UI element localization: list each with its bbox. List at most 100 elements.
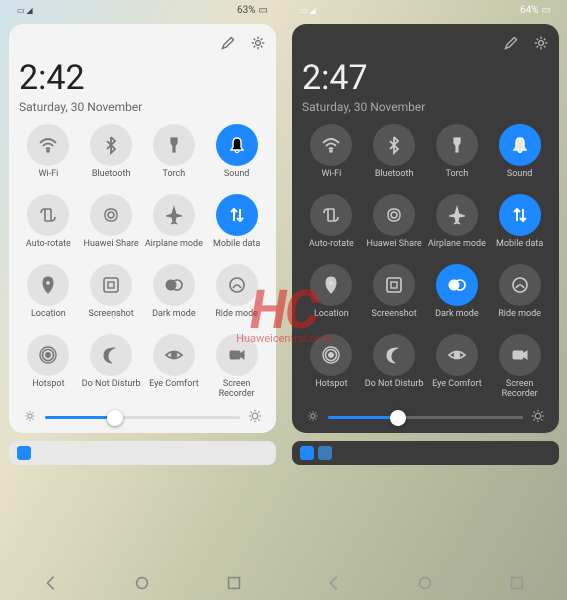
record-icon[interactable] (499, 334, 541, 376)
tile-torch[interactable]: Torch (145, 124, 204, 190)
tile-rotate[interactable]: Auto-rotate (302, 194, 361, 260)
settings-icon[interactable] (533, 35, 549, 55)
eye-icon[interactable] (436, 334, 478, 376)
tile-airplane[interactable]: Airplane mode (428, 194, 487, 260)
hotspot-icon[interactable] (27, 334, 69, 376)
tile-data[interactable]: Mobile data (490, 194, 549, 260)
notification-bar[interactable] (9, 441, 276, 465)
nav-back-button[interactable] (325, 574, 343, 592)
tile-ride[interactable]: Ride mode (207, 264, 266, 330)
bluetooth-icon[interactable] (373, 124, 415, 166)
bell-icon[interactable] (216, 124, 258, 166)
bluetooth-icon[interactable] (90, 124, 132, 166)
nav-back-button[interactable] (42, 574, 60, 592)
nav-home-button[interactable] (416, 574, 434, 592)
tile-location[interactable]: Location (19, 264, 78, 330)
tile-label: Location (314, 310, 349, 330)
tile-label: Eye Comfort (432, 380, 482, 400)
tile-eye[interactable]: Eye Comfort (145, 334, 204, 400)
tile-label: Torch (446, 170, 469, 190)
tile-data[interactable]: Mobile data (207, 194, 266, 260)
nav-bar (288, 566, 563, 600)
tile-bell[interactable]: Sound (490, 124, 549, 190)
settings-icon[interactable] (250, 35, 266, 55)
tile-label: Ride mode (215, 310, 258, 330)
location-icon[interactable] (27, 264, 69, 306)
tile-share[interactable]: Huawei Share (365, 194, 424, 260)
tile-darkmode[interactable]: Dark mode (145, 264, 204, 330)
ride-icon[interactable] (499, 264, 541, 306)
dnd-icon[interactable] (373, 334, 415, 376)
brightness-track[interactable] (328, 416, 523, 419)
tile-ride[interactable]: Ride mode (490, 264, 549, 330)
tile-screenshot[interactable]: Screenshot (82, 264, 141, 330)
darkmode-icon[interactable] (153, 264, 195, 306)
darkmode-icon[interactable] (436, 264, 478, 306)
tile-rotate[interactable]: Auto-rotate (19, 194, 78, 260)
torch-icon[interactable] (436, 124, 478, 166)
screenshot-icon[interactable] (373, 264, 415, 306)
tile-record[interactable]: Screen Recorder (490, 334, 549, 400)
brightness-thumb[interactable] (107, 410, 123, 426)
tile-dnd[interactable]: Do Not Disturb (365, 334, 424, 400)
tile-record[interactable]: Screen Recorder (207, 334, 266, 400)
tile-torch[interactable]: Torch (428, 124, 487, 190)
ride-icon[interactable] (216, 264, 258, 306)
rotate-icon[interactable] (27, 194, 69, 236)
rotate-icon[interactable] (310, 194, 352, 236)
tile-wifi[interactable]: Wi-Fi (19, 124, 78, 190)
tile-label: Location (31, 310, 66, 330)
tile-label: Dark mode (435, 310, 479, 330)
brightness-slider[interactable] (302, 408, 549, 427)
brightness-slider[interactable] (19, 408, 266, 427)
tile-darkmode[interactable]: Dark mode (428, 264, 487, 330)
nav-recent-button[interactable] (225, 574, 243, 592)
tile-airplane[interactable]: Airplane mode (145, 194, 204, 260)
tile-hotspot[interactable]: Hotspot (302, 334, 361, 400)
tile-label: Bluetooth (92, 170, 131, 190)
bell-icon[interactable] (499, 124, 541, 166)
screenshot-icon[interactable] (90, 264, 132, 306)
data-icon[interactable] (499, 194, 541, 236)
brightness-track[interactable] (45, 416, 240, 419)
hotspot-icon[interactable] (310, 334, 352, 376)
brightness-low-icon (306, 408, 320, 427)
record-icon[interactable] (216, 334, 258, 376)
airplane-icon[interactable] (153, 194, 195, 236)
tile-location[interactable]: Location (302, 264, 361, 330)
airplane-icon[interactable] (436, 194, 478, 236)
tile-label: Do Not Disturb (82, 380, 141, 400)
notification-bar[interactable] (292, 441, 559, 465)
wifi-icon[interactable] (310, 124, 352, 166)
edit-icon[interactable] (220, 35, 236, 55)
tile-label: Mobile data (496, 240, 543, 260)
wifi-icon[interactable] (27, 124, 69, 166)
brightness-thumb[interactable] (390, 410, 406, 426)
phone-dark: ▭ ◢ 64%▭ 2:47 Saturday, 30 November Wi-F… (288, 0, 563, 600)
tile-screenshot[interactable]: Screenshot (365, 264, 424, 330)
data-icon[interactable] (216, 194, 258, 236)
nav-recent-button[interactable] (508, 574, 526, 592)
nav-home-button[interactable] (133, 574, 151, 592)
tile-label: Screen Recorder (490, 380, 549, 400)
tile-bluetooth[interactable]: Bluetooth (365, 124, 424, 190)
tile-label: Do Not Disturb (365, 380, 424, 400)
tile-wifi[interactable]: Wi-Fi (302, 124, 361, 190)
tile-hotspot[interactable]: Hotspot (19, 334, 78, 400)
carrier-icon: ▭ ◢ (300, 6, 316, 15)
notification-app-icon (318, 446, 332, 460)
tile-eye[interactable]: Eye Comfort (428, 334, 487, 400)
phone-light: ▭ ◢ 63%▭ 2:42 Saturday, 30 November Wi-F… (5, 0, 280, 600)
share-icon[interactable] (90, 194, 132, 236)
battery-text: 63% (237, 5, 256, 16)
tile-bell[interactable]: Sound (207, 124, 266, 190)
location-icon[interactable] (310, 264, 352, 306)
tile-bluetooth[interactable]: Bluetooth (82, 124, 141, 190)
eye-icon[interactable] (153, 334, 195, 376)
share-icon[interactable] (373, 194, 415, 236)
edit-icon[interactable] (503, 35, 519, 55)
tile-share[interactable]: Huawei Share (82, 194, 141, 260)
tile-dnd[interactable]: Do Not Disturb (82, 334, 141, 400)
dnd-icon[interactable] (90, 334, 132, 376)
torch-icon[interactable] (153, 124, 195, 166)
